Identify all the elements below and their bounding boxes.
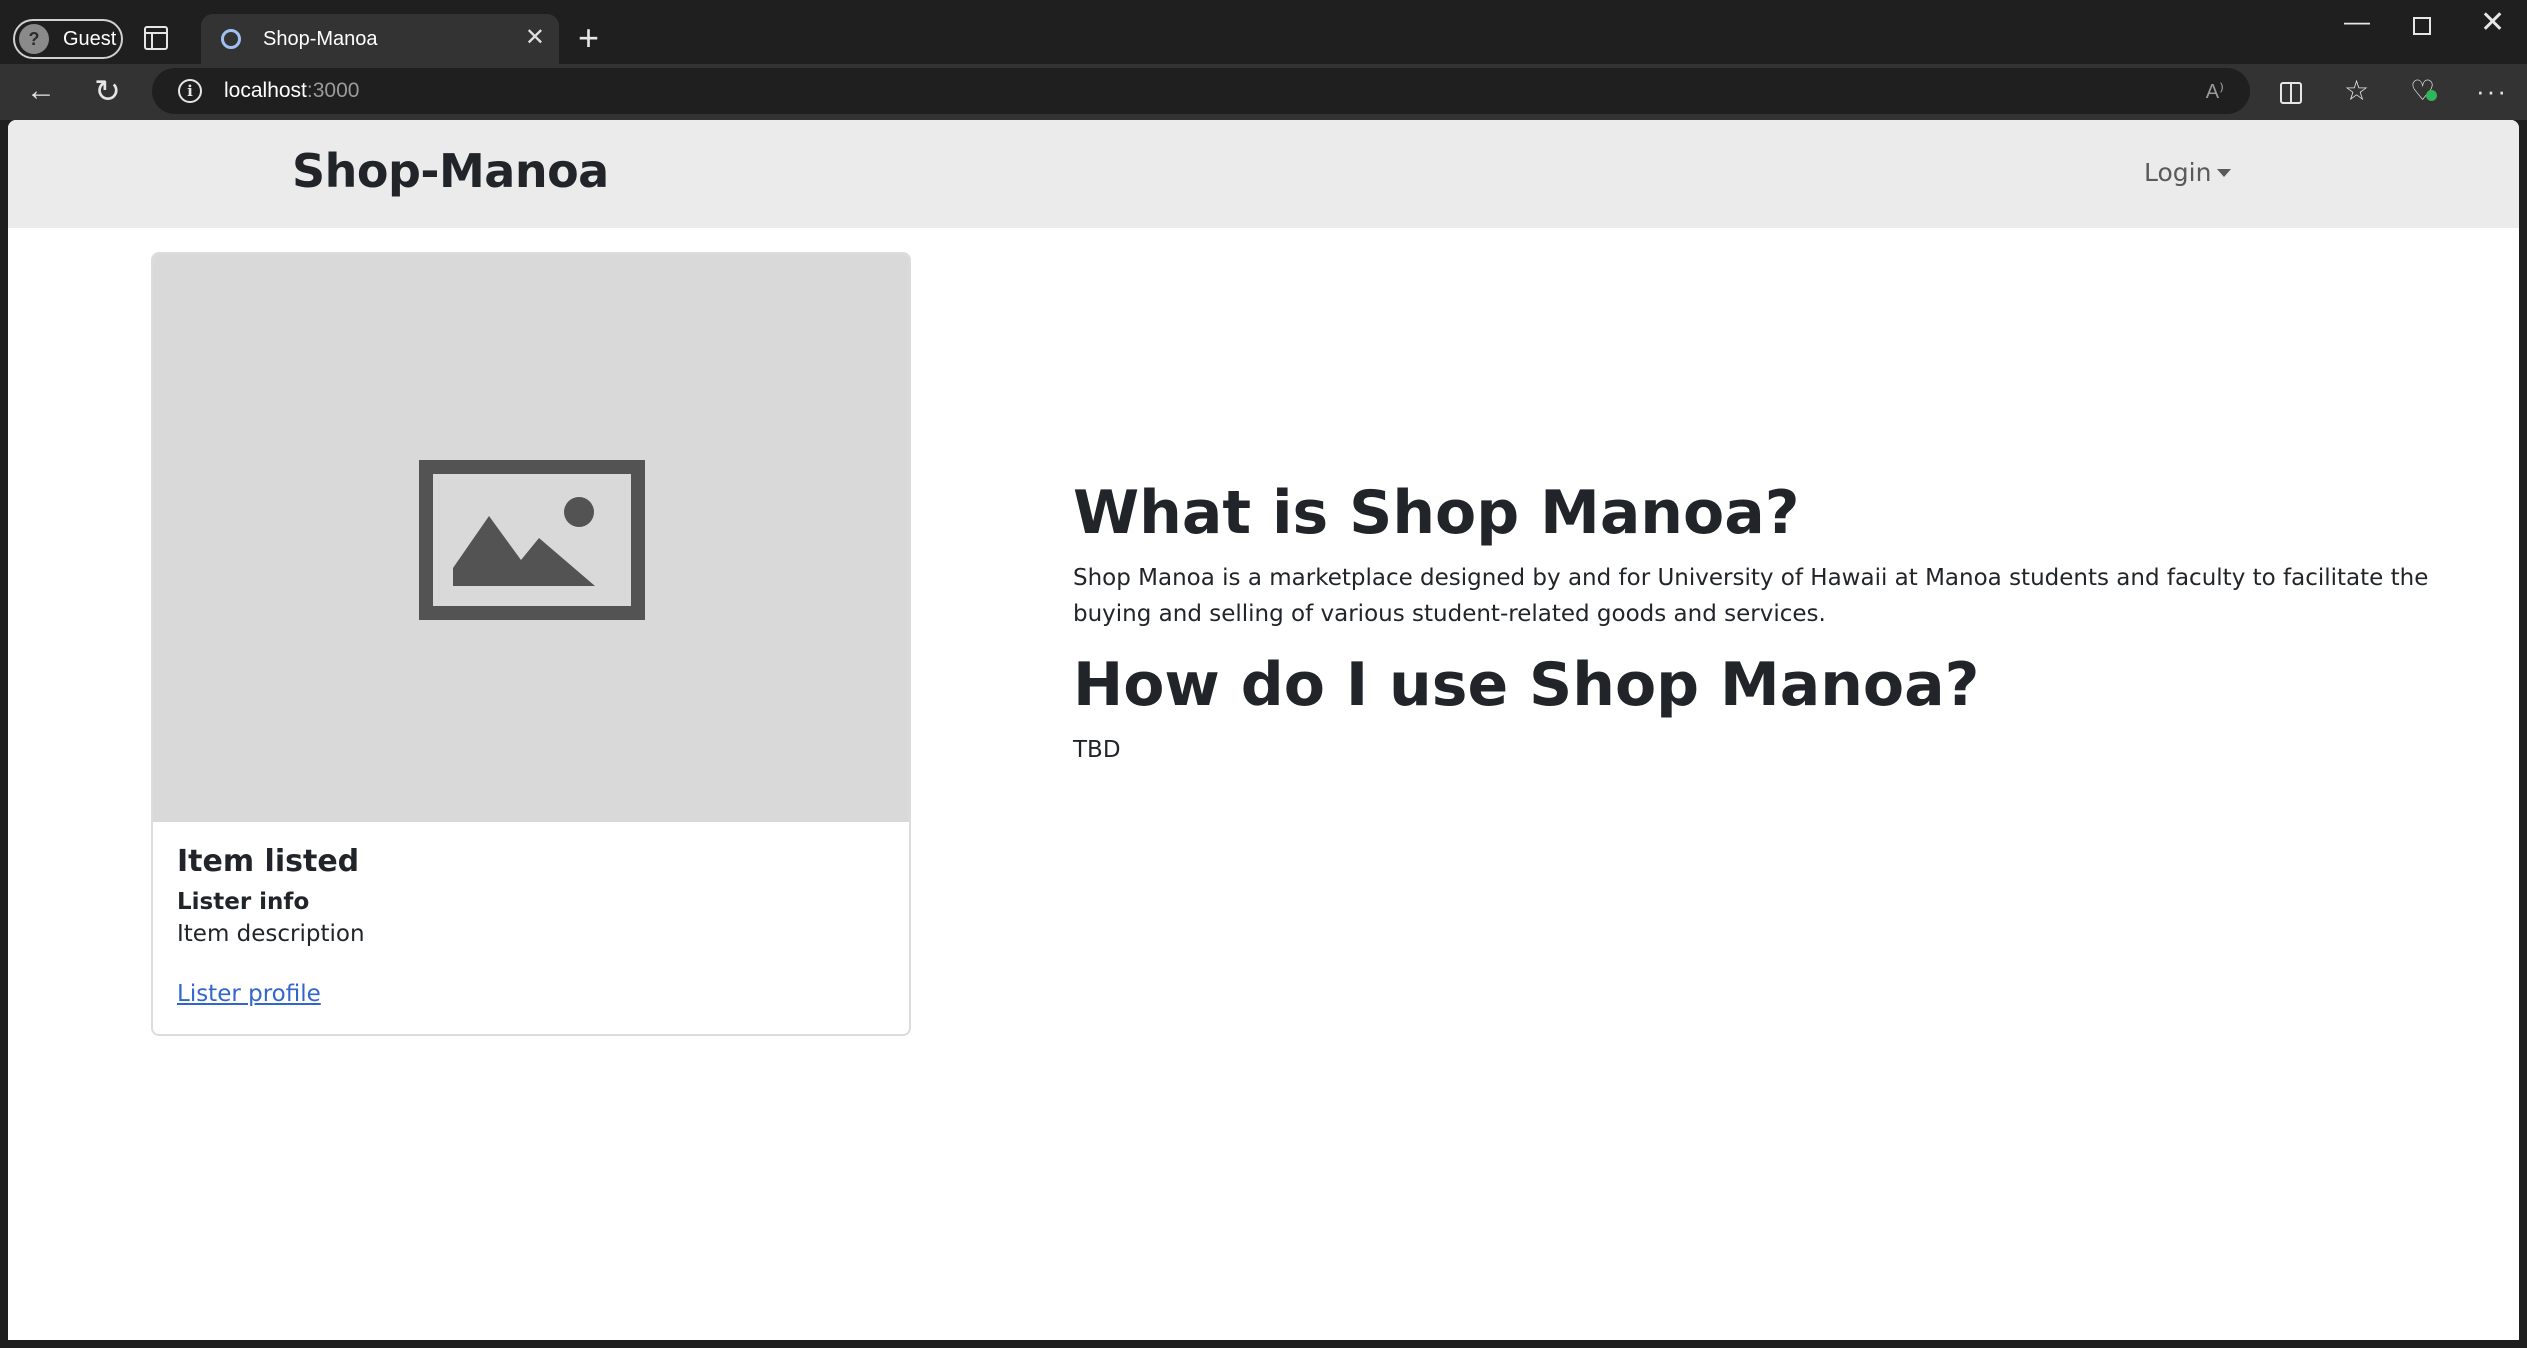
url-host: localhost xyxy=(224,79,307,102)
profile-label: Guest xyxy=(63,27,117,50)
login-label: Login xyxy=(2144,158,2212,187)
browser-essentials-icon[interactable]: ♡ xyxy=(2410,76,2437,106)
maximize-icon[interactable] xyxy=(2413,17,2431,35)
info-section: What is Shop Manoa? Shop Manoa is a mark… xyxy=(1073,480,2473,788)
profile-button[interactable]: ? Guest xyxy=(13,19,123,59)
site-navbar: Shop-Manoa Login xyxy=(8,120,2519,228)
page-viewport: Shop-Manoa Login Item listed Lister info… xyxy=(8,120,2519,1340)
browser-titlebar: ? Guest Shop-Manoa ✕ + — ✕ xyxy=(0,0,2527,64)
minimize-icon[interactable]: — xyxy=(2344,6,2370,36)
more-icon[interactable]: ··· xyxy=(2476,76,2508,106)
favicon-icon xyxy=(221,29,241,49)
close-icon[interactable]: ✕ xyxy=(525,26,545,50)
card-body: Item listed Lister info Item description… xyxy=(153,822,909,1007)
login-dropdown[interactable]: Login xyxy=(2144,158,2232,187)
info-icon[interactable]: i xyxy=(178,79,202,103)
plus-icon[interactable]: + xyxy=(578,20,599,56)
paragraph-what-is: Shop Manoa is a marketplace designed by … xyxy=(1073,565,2429,627)
card-description: Item description xyxy=(177,921,365,947)
tab-actions-icon[interactable] xyxy=(144,26,168,50)
heading-what-is: What is Shop Manoa? xyxy=(1073,478,1800,548)
paragraph-how-to-use: TBD xyxy=(1073,737,1121,763)
reload-icon[interactable]: ↻ xyxy=(94,74,121,108)
item-card: Item listed Lister info Item description… xyxy=(151,252,911,1036)
brand-link[interactable]: Shop-Manoa xyxy=(292,144,609,198)
card-subtitle: Lister info xyxy=(177,889,310,915)
tab-shop-manoa[interactable]: Shop-Manoa ✕ xyxy=(201,14,559,64)
profile-avatar-icon: ? xyxy=(19,24,49,54)
address-bar[interactable]: i localhost:3000 A⁾ xyxy=(152,68,2250,114)
item-image xyxy=(153,254,909,822)
browser-toolbar: ← ↻ i localhost:3000 A⁾ ☆ ♡ ··· xyxy=(0,64,2527,120)
lister-profile-link[interactable]: Lister profile xyxy=(177,981,321,1007)
window-close-icon[interactable]: ✕ xyxy=(2480,8,2505,38)
url-port: :3000 xyxy=(306,79,360,102)
read-aloud-icon[interactable]: A⁾ xyxy=(2206,79,2224,104)
image-placeholder-icon xyxy=(419,460,645,620)
split-screen-icon[interactable] xyxy=(2280,82,2302,104)
heading-how-to-use: How do I use Shop Manoa? xyxy=(1073,650,1980,720)
favorites-icon[interactable]: ☆ xyxy=(2344,76,2369,106)
caret-down-icon xyxy=(2217,169,2232,177)
card-title: Item listed xyxy=(177,844,360,879)
tab-title: Shop-Manoa xyxy=(263,27,378,50)
back-icon[interactable]: ← xyxy=(26,74,56,108)
